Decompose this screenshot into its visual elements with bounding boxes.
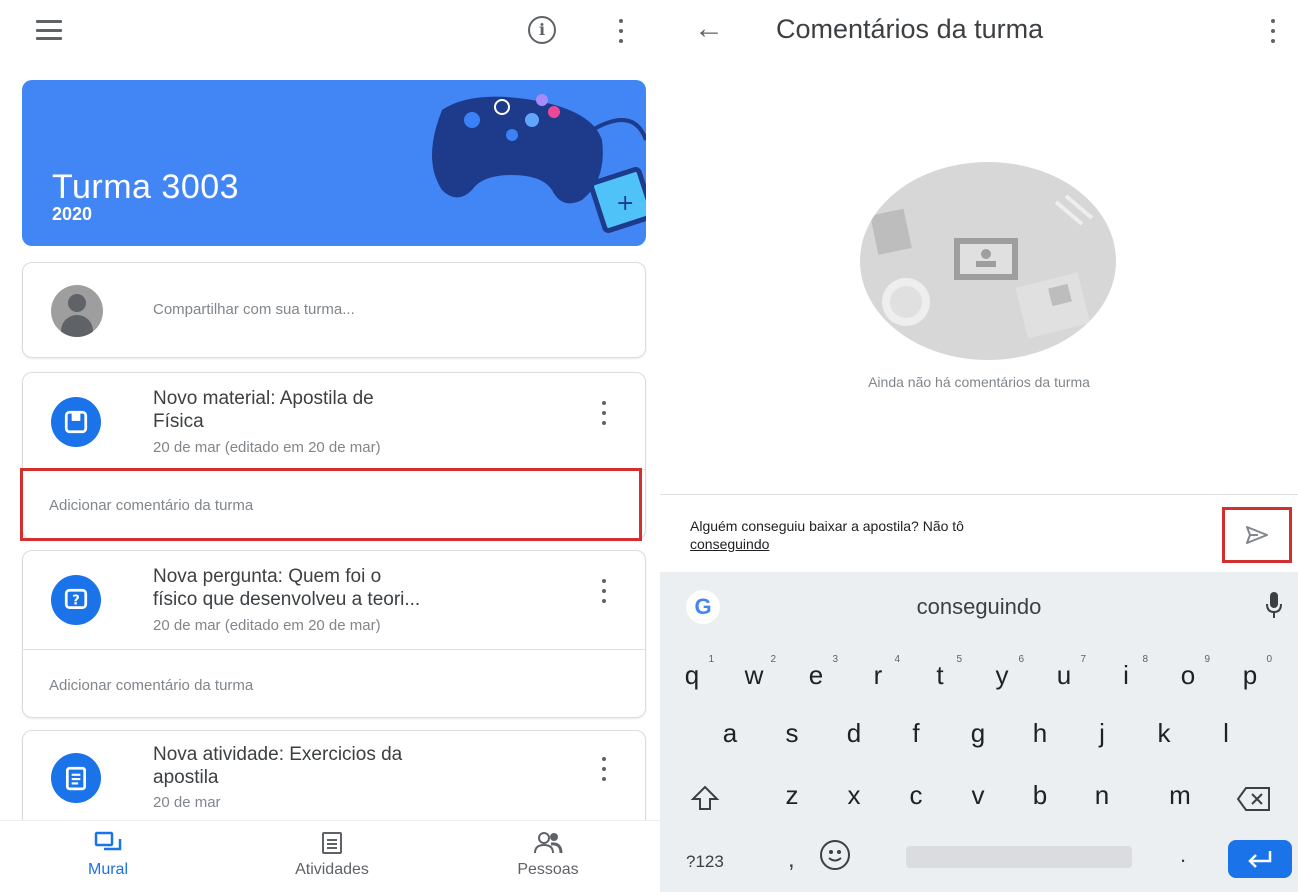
key-b[interactable]: b	[1020, 780, 1060, 811]
more-options-icon[interactable]	[618, 19, 624, 43]
on-screen-keyboard: G conseguindo q1 w2 e3 r4 t5 y6 u7 i8 o9…	[660, 572, 1298, 892]
key-k[interactable]: k	[1144, 718, 1184, 749]
key-m[interactable]: m	[1160, 780, 1200, 811]
class-stream-screen: i + Turma 3003 2020 Compartilhar com sua…	[0, 0, 660, 892]
top-app-bar: i	[0, 0, 660, 62]
post-date: 20 de mar (editado em 20 de mar)	[153, 439, 381, 456]
send-button[interactable]	[1222, 507, 1292, 563]
key-c[interactable]: c	[896, 780, 936, 811]
nav-pessoas[interactable]: Pessoas	[488, 831, 608, 879]
back-arrow-icon[interactable]: ←	[694, 14, 724, 44]
key-r[interactable]: r4	[858, 654, 900, 691]
key-w[interactable]: w2	[734, 654, 776, 691]
class-comments-screen: ← Comentários da turma Ainda não há come…	[660, 0, 1298, 892]
key-y[interactable]: y6	[982, 654, 1025, 691]
key-s[interactable]: s	[772, 718, 812, 749]
send-icon	[1246, 526, 1268, 544]
post-title: Nova atividade: Exercicios da apostila	[153, 744, 403, 788]
key-d[interactable]: d	[834, 718, 874, 749]
enter-icon	[1248, 851, 1272, 868]
key-v[interactable]: v	[958, 780, 998, 811]
key-l[interactable]: l	[1206, 718, 1246, 749]
enter-key[interactable]	[1228, 840, 1292, 878]
comma-key[interactable]: ,	[788, 846, 795, 874]
post-date: 20 de mar	[153, 794, 221, 811]
class-banner[interactable]: + Turma 3003 2020	[22, 80, 646, 246]
stream-post[interactable]: ? Nova pergunta: Quem foi o físico que d…	[22, 550, 646, 718]
divider	[23, 649, 645, 650]
highlight-box	[20, 468, 642, 541]
post-more-icon[interactable]	[601, 401, 607, 425]
svg-text:?: ?	[72, 593, 80, 608]
key-n[interactable]: n	[1082, 780, 1122, 811]
avatar	[51, 285, 103, 337]
menu-icon[interactable]	[36, 20, 62, 40]
gamepad-illustration: +	[432, 94, 646, 233]
key-p[interactable]: p0	[1230, 654, 1272, 691]
comment-input[interactable]: Alguém conseguiu baixar a apostila? Não …	[690, 517, 1160, 553]
empty-state-illustration	[860, 162, 1116, 360]
key-i[interactable]: i8	[1106, 654, 1148, 691]
keyboard-suggestion[interactable]: conseguindo	[660, 594, 1298, 620]
people-icon	[534, 832, 563, 854]
key-x[interactable]: x	[834, 780, 874, 811]
key-f[interactable]: f	[896, 718, 936, 749]
question-icon: ?	[51, 575, 101, 625]
key-j[interactable]: j	[1082, 718, 1122, 749]
empty-state-message: Ainda não há comentários da turma	[868, 374, 1090, 390]
emoji-icon[interactable]	[820, 840, 850, 870]
nav-atividades[interactable]: Atividades	[262, 831, 402, 879]
post-more-icon[interactable]	[601, 579, 607, 603]
svg-text:+: +	[616, 191, 634, 216]
nav-mural[interactable]: Mural	[68, 831, 148, 879]
key-t[interactable]: t5	[920, 654, 962, 691]
key-e[interactable]: e3	[796, 654, 838, 691]
symbols-key[interactable]: ?123	[686, 852, 724, 872]
key-h[interactable]: h	[1020, 718, 1060, 749]
more-options-icon[interactable]	[1270, 19, 1276, 43]
add-class-comment-link[interactable]: Adicionar comentário da turma	[49, 677, 253, 694]
material-icon	[51, 397, 101, 447]
stream-icon	[94, 831, 122, 851]
comment-input-bar: Alguém conseguiu baixar a apostila? Não …	[660, 494, 1298, 572]
bottom-navigation: Mural Atividades Pessoas	[0, 820, 660, 892]
assignment-icon	[51, 753, 101, 803]
key-g[interactable]: g	[958, 718, 998, 749]
top-app-bar: ← Comentários da turma	[660, 0, 1298, 62]
key-o[interactable]: o9	[1168, 654, 1210, 691]
key-u[interactable]: u7	[1044, 654, 1086, 691]
page-title: Comentários da turma	[776, 14, 1044, 44]
microphone-icon[interactable]	[1264, 590, 1284, 620]
info-icon[interactable]: i	[528, 16, 556, 44]
share-with-class-card[interactable]: Compartilhar com sua turma...	[22, 262, 646, 358]
spacebar[interactable]	[906, 846, 1132, 868]
share-placeholder: Compartilhar com sua turma...	[153, 301, 355, 318]
backspace-icon[interactable]	[1236, 786, 1272, 812]
classwork-icon	[322, 832, 342, 854]
post-more-icon[interactable]	[601, 757, 607, 781]
class-title: Turma 3003	[52, 168, 240, 206]
key-q[interactable]: q1	[672, 654, 714, 691]
post-title: Nova pergunta: Quem foi o físico que des…	[153, 566, 421, 610]
key-a[interactable]: a	[710, 718, 750, 749]
post-title: Novo material: Apostila de Física	[153, 388, 374, 432]
post-date: 20 de mar (editado em 20 de mar)	[153, 617, 381, 634]
class-section: 2020	[52, 204, 93, 224]
shift-icon[interactable]	[690, 784, 720, 812]
period-key[interactable]: .	[1180, 842, 1186, 868]
key-z[interactable]: z	[772, 780, 812, 811]
